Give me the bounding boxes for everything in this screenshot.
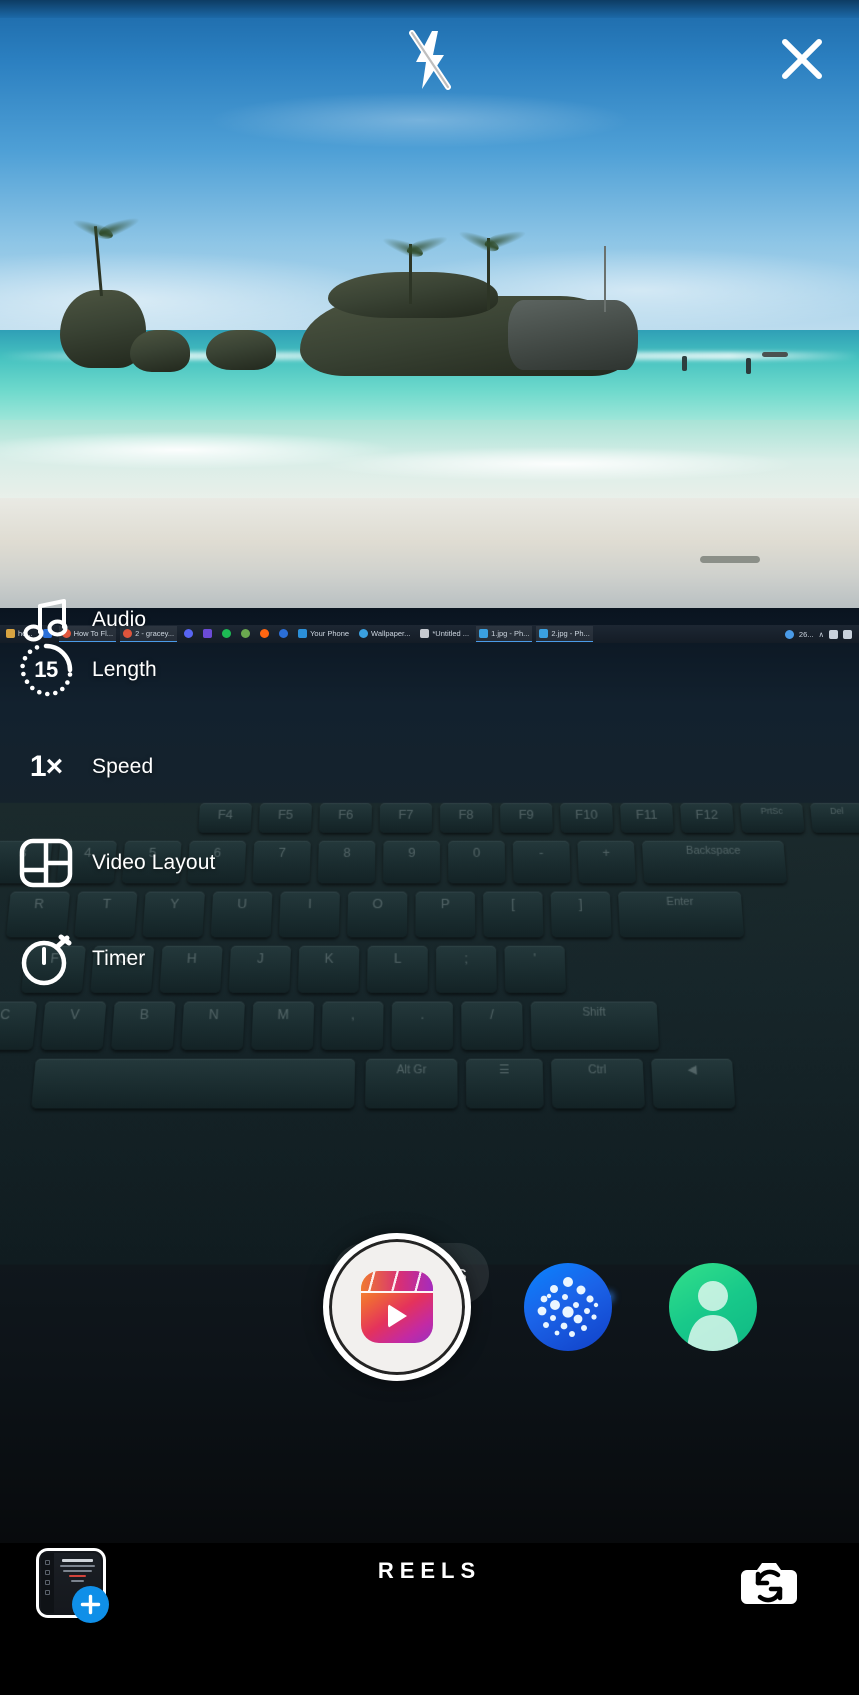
tool-speed-label: Speed	[92, 755, 154, 778]
shutter-button[interactable]	[323, 1233, 471, 1381]
tool-speed[interactable]: 1× Speed	[0, 731, 420, 803]
camera-flip-icon	[741, 1563, 797, 1604]
bokeh-effect-thumbnail[interactable]	[524, 1263, 612, 1351]
reels-clapperboard-icon	[361, 1271, 433, 1343]
add-media-badge[interactable]	[72, 1586, 109, 1623]
close-icon[interactable]	[769, 26, 835, 92]
avatar-effect-thumbnail[interactable]	[669, 1263, 757, 1351]
reels-camera-screen: F4 F5 F6 F7 F8 F9 F10 F11 F12 PrtSc Del …	[0, 0, 859, 1695]
top-bar	[0, 0, 859, 118]
grid-layout-icon	[0, 834, 92, 892]
thumb-icon	[45, 1590, 50, 1595]
tool-length-label: Length	[92, 658, 157, 681]
tool-timer[interactable]: Timer	[0, 923, 420, 995]
camera-overlay: Audio 15 Length 1× Speed Video Layout Ti…	[0, 0, 859, 1695]
flash-off-icon[interactable]	[399, 27, 459, 93]
camera-flip-button[interactable]	[732, 1545, 806, 1619]
tool-audio-label: Audio	[92, 608, 147, 631]
play-triangle-icon	[387, 1304, 407, 1328]
speed-icon: 1×	[0, 750, 92, 784]
tool-video-layout-label: Video Layout	[92, 851, 216, 874]
mode-label-reels: REELS	[377, 1558, 482, 1583]
tool-speed-value: 1×	[29, 750, 63, 783]
stopwatch-icon	[0, 930, 92, 988]
tool-timer-label: Timer	[92, 947, 146, 970]
length-dial-icon: 15	[0, 641, 92, 699]
tool-video-layout[interactable]: Video Layout	[0, 827, 420, 899]
tool-length[interactable]: 15 Length	[0, 634, 420, 706]
